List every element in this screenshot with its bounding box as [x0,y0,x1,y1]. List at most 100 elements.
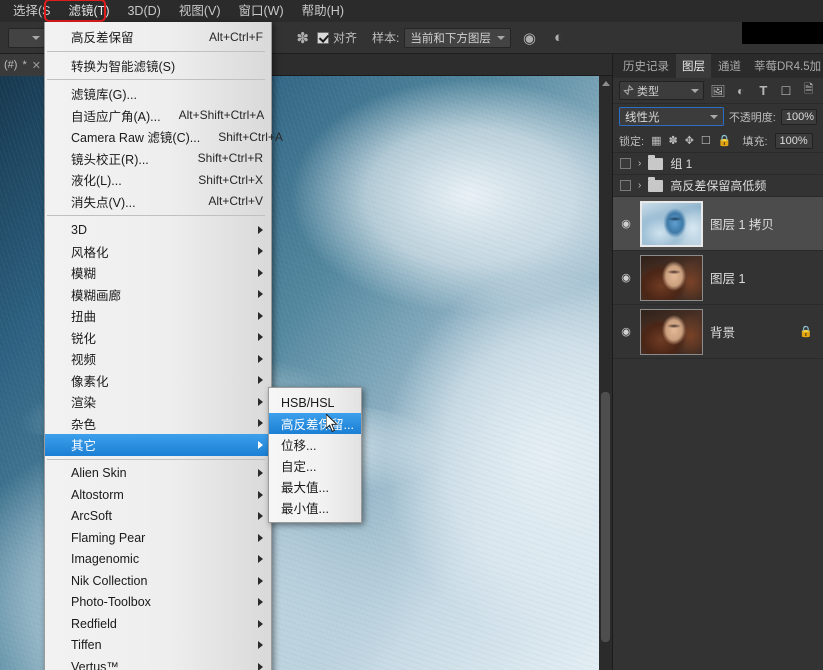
fill-label: 填充: [742,135,768,148]
canvas-vertical-scrollbar[interactable] [599,76,612,670]
filter-kind-dropdown[interactable]: ⋈ 类型 [619,81,704,100]
menubar-item-2[interactable]: 3D(D) [118,1,169,22]
layer-visibility-toggle[interactable] [620,180,631,191]
menubar-item-4[interactable]: 窗口(W) [230,1,293,22]
lock-image-icon[interactable]: ✽ [668,134,677,147]
menu-item[interactable]: Imagenomic [45,549,271,571]
submenu-item[interactable]: 自定... [269,455,361,476]
opacity-value[interactable]: 100% [780,108,817,125]
submenu-arrow-icon [258,490,263,499]
menu-item[interactable]: 模糊 [45,262,271,284]
lock-artboard-icon[interactable]: ☐ [701,134,711,147]
layer-row[interactable]: ◉ 背景 🔒 [613,305,823,359]
lock-label: 锁定: [619,135,645,148]
smart-object-filter-icon[interactable]: 🗎 [800,82,817,99]
layer-row[interactable]: ◉ 图层 1 [613,251,823,305]
menu-item[interactable]: 扭曲 [45,305,271,327]
eye-icon[interactable]: ◉ [619,217,633,230]
layer-row[interactable]: › 高反差保留高低频 [613,175,823,197]
submenu-item[interactable]: HSB/HSL [269,392,361,413]
menu-item[interactable]: 像素化 [45,370,271,392]
folder-icon [648,154,664,170]
panel-tab-1[interactable]: 图层 [676,52,711,78]
menu-item[interactable]: Vertus™ [45,656,271,670]
lock-position-icon[interactable]: ✥ [685,134,694,147]
menu-item[interactable]: 视频 [45,348,271,370]
menu-item[interactable]: 渲染 [45,391,271,413]
menu-item[interactable]: 锐化 [45,327,271,349]
adjustment-filter-icon[interactable]: ◐ [732,82,749,99]
menu-item[interactable]: Photo-Toolbox [45,592,271,614]
menu-item[interactable]: 液化(L)... Shift+Ctrl+X [45,169,271,191]
lock-transparency-icon[interactable]: ▦ [651,134,661,147]
menu-item[interactable]: Alien Skin [45,463,271,485]
submenu-arrow-icon [258,290,263,299]
layer-thumbnail[interactable] [640,308,703,355]
menu-item-label: 转换为智能滤镜(S) [71,59,176,74]
menubar-item-0[interactable]: 选择(S [4,1,60,22]
menu-item[interactable]: Tiffen [45,635,271,657]
blend-mode-dropdown[interactable]: 线性光 [619,107,724,126]
brush-preset-picker[interactable] [8,27,46,48]
layer-filter-row: ⋈ 类型 🖼 ◐ T ☐ 🗎 [613,78,823,104]
scroll-up-arrow-icon[interactable] [602,81,610,86]
menubar-item-3[interactable]: 视图(V) [170,1,230,22]
layer-visibility-toggle[interactable] [620,158,631,169]
scrollbar-thumb[interactable] [601,392,610,642]
menu-item[interactable]: Nik Collection [45,570,271,592]
menu-item[interactable]: Camera Raw 滤镜(C)... Shift+Ctrl+A [45,126,283,148]
menu-item[interactable]: 滤镜库(G)... [45,83,271,105]
eye-icon[interactable]: ◉ [619,271,633,284]
menu-item[interactable]: Altostorm [45,484,271,506]
panel-tab-0[interactable]: 历史记录 [617,52,675,78]
layer-row[interactable]: › 组 1 [613,153,823,175]
layer-row[interactable]: ◉ 图层 1 拷贝 [613,197,823,251]
menu-item[interactable]: 镜头校正(R)... Shift+Ctrl+R [45,148,271,170]
layers-panel-body: ⋈ 类型 🖼 ◐ T ☐ 🗎 线性光 不透明度: 100% 锁定: ▦ ✽ ✥ … [613,78,823,359]
menu-item-label: Altostorm [71,487,124,502]
menubar-item-1[interactable]: 滤镜(T) [60,1,119,22]
menu-item[interactable]: 3D [45,219,271,241]
panel-tab-3[interactable]: 莘莓DR4.5加 [748,52,823,78]
chevron-right-icon[interactable]: › [638,180,641,191]
menu-item-shortcut: Shift+Ctrl+R [197,151,263,166]
menubar-item-5[interactable]: 帮助(H) [293,1,353,22]
shape-filter-icon[interactable]: ☐ [778,82,795,99]
brush-tip-icon[interactable]: ✽ [296,29,309,47]
sample-label: 样本: [372,31,400,45]
menu-item[interactable]: 转换为智能滤镜(S) [45,55,271,77]
chevron-down-icon [709,114,718,119]
close-icon[interactable]: ✕ [32,59,41,72]
menu-item-label: 其它 [71,439,97,454]
menu-item[interactable]: Redfield [45,613,271,635]
menu-item-label: 渲染 [71,396,97,411]
type-filter-icon[interactable]: T [755,82,772,99]
menu-item[interactable]: 模糊画廊 [45,284,271,306]
image-filter-icon[interactable]: 🖼 [710,82,727,99]
lock-all-icon[interactable]: 🔒 [718,134,732,147]
menu-item[interactable]: 杂色 [45,413,271,435]
eye-icon[interactable]: ◉ [619,325,633,338]
submenu-item[interactable]: 高反差保留... [269,413,361,434]
menu-item-label: Photo-Toolbox [71,595,151,610]
layer-thumbnail[interactable] [640,200,703,247]
menu-item[interactable]: 自适应广角(A)... Alt+Shift+Ctrl+A [45,105,271,127]
panel-tab-2[interactable]: 通道 [712,52,747,78]
ignore-adjustment-layers-icon[interactable]: ◉ [523,29,536,47]
chevron-right-icon[interactable]: › [638,158,641,169]
menu-item[interactable]: 高反差保留 Alt+Ctrl+F [45,26,271,48]
sample-dropdown[interactable]: 当前和下方图层 [404,27,511,48]
menu-item[interactable]: Flaming Pear [45,527,271,549]
submenu-item[interactable]: 位移... [269,434,361,455]
airbrush-icon[interactable]: ◐ [554,29,563,46]
fill-value[interactable]: 100% [774,132,813,149]
menu-item[interactable]: 消失点(V)... Alt+Ctrl+V [45,191,271,213]
menu-item[interactable]: ArcSoft [45,506,271,528]
menu-item[interactable]: 其它 [45,434,271,456]
align-checkbox[interactable] [316,31,329,44]
document-tab[interactable]: (#) * ✕ [0,54,45,76]
menu-item[interactable]: 风格化 [45,241,271,263]
submenu-item[interactable]: 最大值... [269,476,361,497]
submenu-item[interactable]: 最小值... [269,497,361,518]
layer-thumbnail[interactable] [640,254,703,301]
